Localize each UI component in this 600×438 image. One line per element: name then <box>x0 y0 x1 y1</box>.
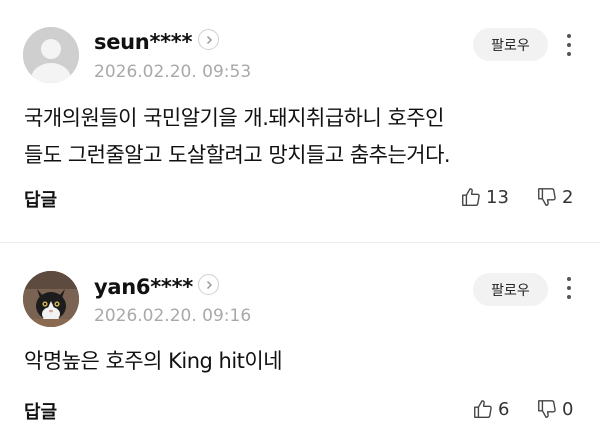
dislike-count: 2 <box>562 186 574 208</box>
like-count: 13 <box>486 186 509 208</box>
like-button[interactable]: 6 <box>472 398 509 420</box>
follow-button[interactable]: 팔로우 <box>473 273 548 306</box>
comment-text: 국개의원들이 국민알기을 개.돼지취급하니 호주인 들도 그런줄알고 도살할려고… <box>24 100 584 174</box>
comment-item: yan6**** 2026.02.20. 09:16 팔로우 악명높은 호주의 … <box>0 243 600 438</box>
thumbs-down-icon <box>538 400 556 418</box>
comment-text: 악명높은 호주의 King hit이네 <box>24 343 584 380</box>
thumbs-down-icon <box>538 188 556 206</box>
comment-text-line: 들도 그런줄알고 도살할려고 망치들고 춤추는거다. <box>24 143 451 167</box>
reply-button[interactable]: 답글 <box>24 186 57 212</box>
chevron-right-icon[interactable] <box>198 29 219 50</box>
comment-date: 2026.02.20. 09:16 <box>94 306 252 326</box>
avatar[interactable] <box>23 271 79 327</box>
more-vertical-icon[interactable] <box>561 273 577 303</box>
dislike-count: 0 <box>562 398 574 420</box>
like-button[interactable]: 13 <box>460 186 509 208</box>
dislike-button[interactable]: 0 <box>536 398 573 420</box>
comment-text-line: 국개의원들이 국민알기을 개.돼지취급하니 호주인 <box>24 106 444 130</box>
dislike-button[interactable]: 2 <box>536 186 573 208</box>
reply-button[interactable]: 답글 <box>24 398 57 424</box>
like-count: 6 <box>498 398 510 420</box>
thumbs-up-icon <box>462 188 480 206</box>
nickname[interactable]: yan6**** <box>94 275 193 299</box>
comment-date: 2026.02.20. 09:53 <box>94 62 252 82</box>
comment-text-line: 악명높은 호주의 King hit이네 <box>24 349 283 373</box>
more-vertical-icon[interactable] <box>561 30 577 60</box>
chevron-right-icon[interactable] <box>198 274 219 295</box>
nickname[interactable]: seun**** <box>94 30 192 54</box>
follow-button[interactable]: 팔로우 <box>473 28 548 61</box>
thumbs-up-icon <box>474 400 492 418</box>
comment-item: seun**** 2026.02.20. 09:53 팔로우 국개의원들이 국민… <box>0 0 600 243</box>
avatar[interactable] <box>23 27 79 83</box>
